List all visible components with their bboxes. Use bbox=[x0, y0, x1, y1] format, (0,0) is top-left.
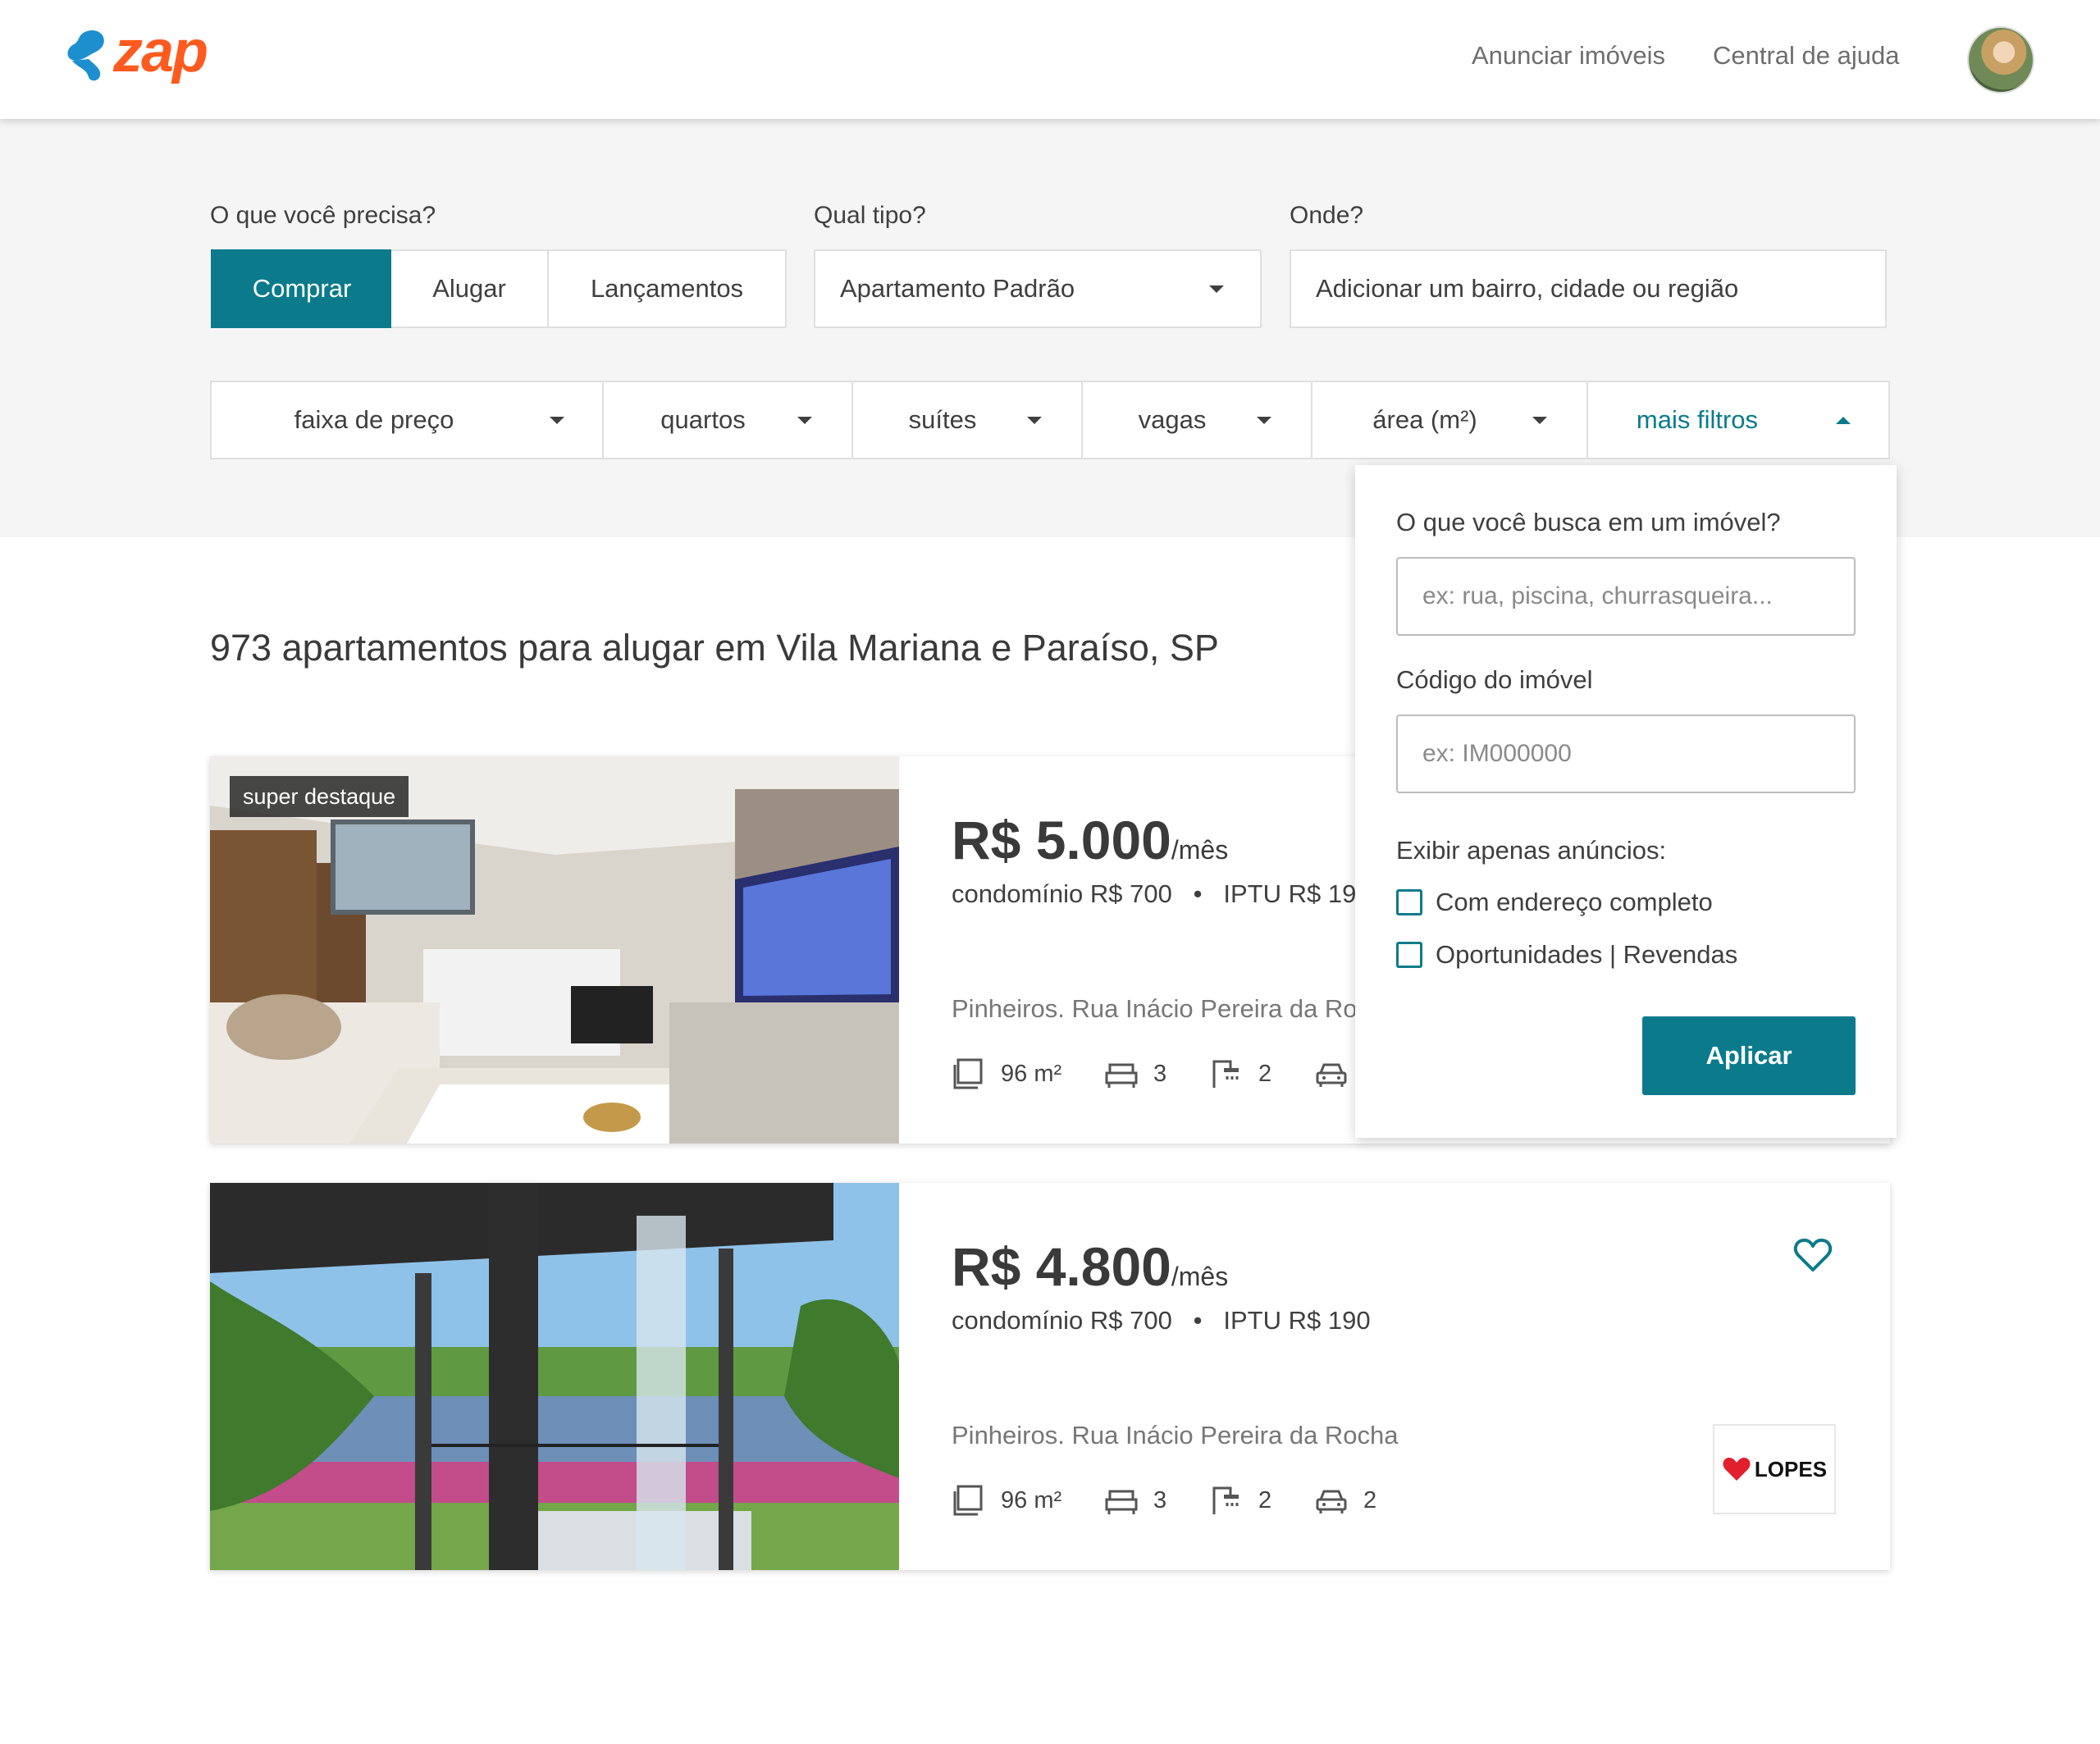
zap-logo-text: zap bbox=[113, 19, 208, 84]
amenity-bedrooms: 3 bbox=[1104, 1057, 1166, 1091]
where-label: Onde? bbox=[1290, 202, 1364, 229]
chevron-up-icon bbox=[1836, 417, 1851, 424]
bedrooms-value: 3 bbox=[1153, 1486, 1167, 1513]
listing-photo[interactable]: super destaque bbox=[210, 756, 899, 1144]
opportunities-checkbox[interactable] bbox=[1396, 942, 1422, 968]
price-suffix: /mês bbox=[1171, 1262, 1229, 1291]
filter-bedrooms[interactable]: quartos bbox=[604, 381, 853, 459]
location-input[interactable]: Adicionar um bairro, cidade ou região bbox=[1290, 249, 1887, 328]
bathrooms-value: 2 bbox=[1258, 1486, 1272, 1513]
property-code-label: Código do imóvel bbox=[1396, 665, 1593, 694]
chevron-down-icon bbox=[550, 417, 564, 424]
filter-suites[interactable]: suítes bbox=[853, 381, 1083, 459]
listing-photo[interactable] bbox=[210, 1183, 899, 1570]
full-address-checkbox[interactable] bbox=[1396, 889, 1422, 915]
location-placeholder: Adicionar um bairro, cidade ou região bbox=[1316, 274, 1739, 303]
chevron-down-icon bbox=[797, 417, 812, 424]
bedrooms-value: 3 bbox=[1153, 1060, 1167, 1087]
listing-address: Pinheiros. Rua Inácio Pereira da Rocha bbox=[952, 1421, 1399, 1450]
listing-card[interactable]: R$ 4.800/mês condomínio R$ 700 • IPTU R$… bbox=[210, 1183, 1890, 1570]
super-destaque-badge: super destaque bbox=[230, 776, 409, 817]
chevron-down-icon bbox=[1257, 417, 1271, 424]
listing-fees: condomínio R$ 700 • IPTU R$ 190 bbox=[952, 1306, 1371, 1335]
feature-search-input[interactable] bbox=[1396, 557, 1856, 636]
chevron-down-icon bbox=[1532, 417, 1547, 424]
user-avatar[interactable] bbox=[1967, 26, 2034, 94]
filter-label: quartos bbox=[660, 405, 746, 434]
amenity-parking: 2 bbox=[1314, 1483, 1376, 1518]
filter-label: mais filtros bbox=[1636, 405, 1759, 434]
filter-label: vagas bbox=[1138, 405, 1207, 434]
area-icon bbox=[953, 1058, 983, 1089]
top-header: zap Anunciar imóveis Central de ajuda bbox=[0, 0, 2100, 119]
car-icon bbox=[1316, 1063, 1347, 1087]
listing-fees: condomínio R$ 700 • IPTU R$ 190 bbox=[952, 879, 1371, 908]
area-value: 96 m² bbox=[1001, 1060, 1062, 1087]
filter-label: faixa de preço bbox=[294, 405, 454, 434]
heart-icon[interactable] bbox=[1793, 1237, 1833, 1273]
zap-logo-mark-icon bbox=[67, 30, 104, 81]
filter-more-filters[interactable]: mais filtros bbox=[1588, 381, 1890, 459]
tab-comprar[interactable]: Comprar bbox=[211, 249, 393, 328]
amenity-bedrooms: 3 bbox=[1104, 1483, 1166, 1518]
zap-logo[interactable]: zap bbox=[64, 19, 220, 94]
agency-logo[interactable]: LOPES bbox=[1713, 1424, 1836, 1514]
amenity-bathrooms: 2 bbox=[1209, 1483, 1271, 1518]
tab-lancamentos[interactable]: Lançamentos bbox=[547, 249, 787, 328]
nav-anunciar-imoveis[interactable]: Anunciar imóveis bbox=[1472, 41, 1665, 71]
type-select[interactable]: Apartamento Padrão bbox=[814, 249, 1262, 328]
type-label: Qual tipo? bbox=[814, 202, 926, 229]
option-label: Com endereço completo bbox=[1436, 888, 1713, 916]
option-label: Oportunidades | Revendas bbox=[1436, 940, 1738, 969]
bathrooms-value: 2 bbox=[1258, 1060, 1272, 1087]
listing-address: Pinheiros. Rua Inácio Pereira da Rocha bbox=[952, 994, 1399, 1023]
listing-price: R$ 4.800/mês bbox=[952, 1235, 1228, 1298]
chevron-down-icon bbox=[1209, 285, 1224, 293]
apply-button[interactable]: Aplicar bbox=[1642, 1016, 1856, 1095]
bed-icon bbox=[1105, 1490, 1138, 1514]
area-icon bbox=[953, 1485, 983, 1516]
filter-label: área (m²) bbox=[1372, 405, 1477, 434]
car-icon bbox=[1316, 1490, 1347, 1513]
pergola-pool-photo bbox=[210, 1183, 899, 1570]
bed-icon bbox=[1105, 1063, 1138, 1088]
price-value: R$ 4.800 bbox=[952, 1236, 1171, 1297]
price-suffix: /mês bbox=[1171, 835, 1229, 865]
results-title: 973 apartamentos para alugar em Vila Mar… bbox=[210, 627, 1219, 669]
nav-central-de-ajuda[interactable]: Central de ajuda bbox=[1713, 41, 1900, 71]
amenity-area: 96 m² bbox=[952, 1483, 1061, 1518]
filter-price-range[interactable]: faixa de preço bbox=[210, 381, 604, 459]
show-only-label: Exibir apenas anúncios: bbox=[1396, 836, 1667, 865]
search-feature-label: O que você busca em um imóvel? bbox=[1396, 508, 1781, 536]
chevron-down-icon bbox=[1027, 417, 1042, 424]
amenity-area: 96 m² bbox=[952, 1057, 1061, 1091]
filter-label: suítes bbox=[908, 405, 977, 434]
option-full-address[interactable]: Com endereço completo bbox=[1396, 888, 1713, 917]
parking-value: 2 bbox=[1363, 1486, 1377, 1513]
shower-icon bbox=[1212, 1060, 1239, 1088]
listing-price: R$ 5.000/mês bbox=[952, 809, 1228, 871]
amenity-bathrooms: 2 bbox=[1209, 1057, 1271, 1091]
lopes-heart-icon bbox=[1723, 1458, 1751, 1481]
price-value: R$ 5.000 bbox=[952, 810, 1171, 870]
shower-icon bbox=[1212, 1486, 1239, 1514]
filter-parking[interactable]: vagas bbox=[1083, 381, 1312, 459]
need-label: O que você precisa? bbox=[210, 202, 436, 229]
agency-name: LOPES bbox=[1754, 1456, 1828, 1481]
more-filters-panel: O que você busca em um imóvel? Código do… bbox=[1355, 465, 1897, 1138]
tab-alugar[interactable]: Alugar bbox=[391, 249, 549, 328]
property-code-input[interactable] bbox=[1396, 714, 1856, 793]
type-select-value: Apartamento Padrão bbox=[840, 274, 1075, 303]
area-value: 96 m² bbox=[1001, 1486, 1062, 1513]
option-opportunities[interactable]: Oportunidades | Revendas bbox=[1396, 940, 1737, 970]
